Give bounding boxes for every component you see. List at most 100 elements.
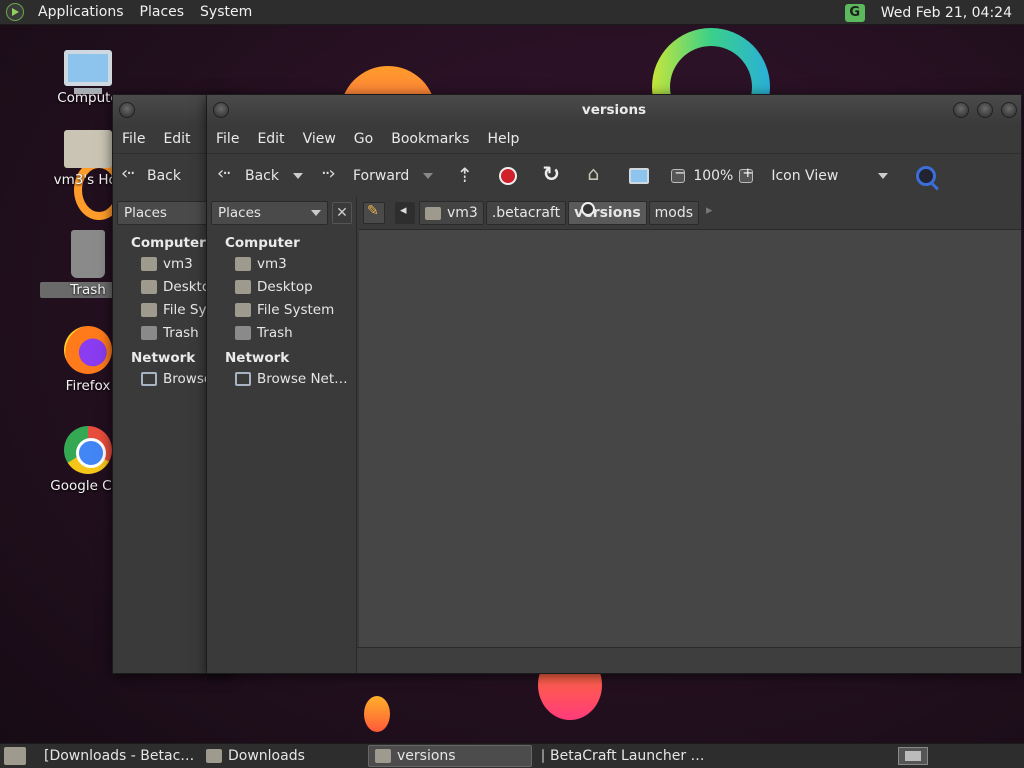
mate-menu-icon[interactable]	[6, 3, 24, 21]
desktop-folder-icon	[235, 279, 251, 294]
search-button[interactable]	[916, 165, 940, 186]
menu-view[interactable]: View	[294, 131, 345, 147]
places-sidebar: Places ✕ Computer vm3 Desktop File Syste…	[207, 197, 357, 673]
sidebar-item-desktop[interactable]: Desktop	[207, 275, 356, 298]
sidebar-item-label: File System	[257, 301, 335, 318]
toggle-location-entry-button[interactable]	[363, 202, 385, 224]
taskbar-item[interactable]: versions	[368, 745, 532, 767]
zoom-out-icon[interactable]	[671, 166, 686, 183]
taskbar-item-label: BetaCraft Launcher …	[550, 748, 705, 764]
sidebar-item-trash[interactable]: Trash	[207, 321, 356, 344]
places-dropdown[interactable]: Places	[211, 201, 328, 225]
computer-icon	[64, 50, 112, 94]
computer-button[interactable]	[629, 167, 653, 184]
search-icon	[916, 165, 937, 186]
minimize-button[interactable]	[953, 102, 969, 118]
sidebar-header: Places ✕	[207, 197, 356, 229]
applications-menu[interactable]: Applications	[30, 4, 132, 20]
trash-icon	[235, 325, 251, 340]
taskbar-item[interactable]: Downloads	[200, 745, 364, 767]
taskbar-item-label: [Downloads - Betac…	[44, 748, 195, 764]
back-label: Back	[245, 167, 279, 184]
close-sidebar-button[interactable]: ✕	[332, 202, 352, 224]
menu-edit[interactable]: Edit	[154, 131, 199, 147]
back-button[interactable]: Back	[217, 163, 303, 187]
update-notifier-icon[interactable]: G	[844, 3, 865, 22]
up-button[interactable]	[453, 163, 479, 187]
toolbar: Back Forward 100% Icon View	[207, 153, 1021, 197]
home-icon	[235, 256, 251, 271]
chevron-down-icon	[311, 210, 321, 216]
menu-help[interactable]: Help	[478, 131, 528, 147]
maximize-button[interactable]	[977, 102, 993, 118]
network-icon	[235, 371, 251, 386]
window-menu-button[interactable]	[119, 102, 135, 118]
sidebar-item-vm3[interactable]: vm3	[207, 252, 356, 275]
betacraft-icon	[542, 749, 544, 763]
back-label: Back	[147, 167, 181, 184]
menubar: File Edit View Go Bookmarks Help	[207, 125, 1021, 153]
view-mode-label: Icon View	[771, 167, 839, 184]
view-mode-select[interactable]: Icon View	[771, 167, 889, 184]
folder-icon	[206, 749, 222, 763]
bottom-panel: [Downloads - Betac… Downloads versions B…	[0, 743, 1024, 768]
stop-button[interactable]	[499, 166, 521, 185]
clock[interactable]: Wed Feb 21, 04:24	[873, 5, 1020, 21]
home-button[interactable]	[585, 163, 611, 187]
forward-label: Forward	[353, 167, 410, 184]
taskbar-item-label: Downloads	[228, 748, 305, 764]
breadcrumb-scroll-left[interactable]	[395, 202, 415, 224]
file-manager-window[interactable]: versions File Edit View Go Bookmarks Hel…	[206, 94, 1022, 674]
chevron-down-icon	[878, 172, 889, 179]
network-icon	[141, 371, 157, 386]
menu-bookmarks[interactable]: Bookmarks	[382, 131, 478, 147]
taskbar-item[interactable]: [Downloads - Betac…	[32, 745, 196, 767]
computer-icon	[629, 167, 650, 184]
home-icon	[141, 256, 157, 271]
sidebar-item-label: vm3	[163, 255, 193, 272]
sidebar-item-browse-network[interactable]: Browse Net…	[207, 367, 356, 390]
menu-file[interactable]: File	[113, 131, 154, 147]
home-folder-icon	[64, 130, 112, 168]
reload-icon	[541, 162, 563, 187]
breadcrumb-mods[interactable]: mods	[648, 201, 700, 225]
places-label: Places	[124, 205, 167, 221]
back-button[interactable]: Back	[121, 163, 181, 187]
file-view[interactable]	[359, 229, 1021, 647]
zoom-in-icon[interactable]	[739, 166, 754, 183]
back-history-dropdown[interactable]	[293, 172, 303, 179]
back-arrow-icon	[121, 163, 143, 187]
sidebar-item-filesystem[interactable]: File System	[207, 298, 356, 321]
forward-history-dropdown[interactable]	[423, 172, 434, 179]
sidebar-item-label: Trash	[257, 324, 293, 341]
location-bar: vm3 .betacraft versions mods	[357, 197, 1021, 229]
main-pane: vm3 .betacraft versions mods	[357, 197, 1021, 673]
breadcrumb-versions[interactable]: versions	[568, 201, 647, 225]
close-button[interactable]	[1001, 102, 1017, 118]
menu-file[interactable]: File	[207, 131, 248, 147]
places-menu[interactable]: Places	[132, 4, 193, 20]
home-icon	[585, 163, 607, 187]
zoom-controls: 100%	[671, 166, 757, 184]
menu-go[interactable]: Go	[345, 131, 382, 147]
titlebar[interactable]: versions	[207, 95, 1021, 125]
breadcrumb-betacraft[interactable]: .betacraft	[485, 201, 567, 225]
breadcrumb-vm3[interactable]: vm3	[419, 201, 484, 225]
workspace-switcher[interactable]	[898, 747, 928, 765]
chrome-icon	[64, 426, 112, 474]
window-title: versions	[581, 102, 647, 118]
reload-button[interactable]	[541, 162, 567, 187]
taskbar-item[interactable]: BetaCraft Launcher …	[536, 745, 705, 767]
zoom-level[interactable]: 100%	[693, 168, 733, 184]
breadcrumb-label: vm3	[447, 205, 478, 221]
system-menu[interactable]: System	[192, 4, 260, 20]
sidebar-item-label: Trash	[163, 324, 199, 341]
menu-edit[interactable]: Edit	[248, 131, 293, 147]
taskbar-item-label: versions	[397, 748, 456, 764]
show-desktop-icon[interactable]	[4, 747, 26, 765]
window-body: Places ✕ Computer vm3 Desktop File Syste…	[207, 197, 1021, 673]
back-arrow-icon	[217, 163, 239, 187]
forward-button[interactable]: Forward	[321, 163, 434, 187]
breadcrumb-scroll-right[interactable]	[701, 202, 721, 224]
mouse-cursor	[581, 202, 595, 216]
